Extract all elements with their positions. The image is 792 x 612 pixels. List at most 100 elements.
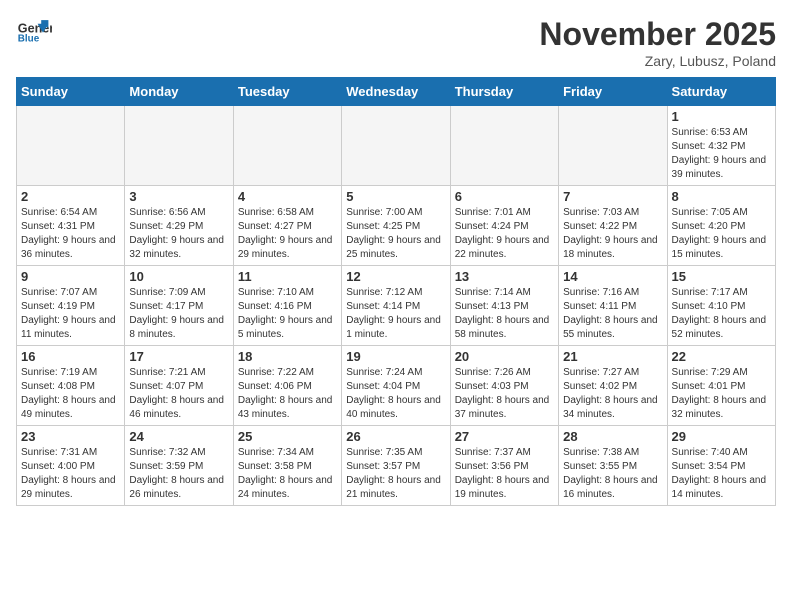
- day-number: 28: [563, 429, 662, 444]
- day-info: Sunrise: 7:16 AM Sunset: 4:11 PM Dayligh…: [563, 286, 662, 342]
- day-number: 16: [21, 349, 120, 364]
- day-number: 6: [455, 189, 554, 204]
- calendar-cell: 26 Sunrise: 7:35 AM Sunset: 3:57 PM Dayli…: [342, 426, 450, 506]
- calendar-cell: [342, 106, 450, 186]
- day-info: Sunrise: 7:27 AM Sunset: 4:02 PM Dayligh…: [563, 366, 662, 422]
- calendar-cell: 1 Sunrise: 6:53 AM Sunset: 4:32 PM Daylig…: [667, 106, 775, 186]
- calendar-cell: 8 Sunrise: 7:05 AM Sunset: 4:20 PM Daylig…: [667, 186, 775, 266]
- calendar-cell: 20 Sunrise: 7:26 AM Sunset: 4:03 PM Dayli…: [450, 346, 558, 426]
- day-info: Sunrise: 7:37 AM Sunset: 3:56 PM Dayligh…: [455, 446, 554, 502]
- day-info: Sunrise: 6:53 AM Sunset: 4:32 PM Dayligh…: [672, 126, 771, 182]
- day-info: Sunrise: 7:32 AM Sunset: 3:59 PM Dayligh…: [129, 446, 228, 502]
- day-number: 21: [563, 349, 662, 364]
- calendar-cell: [17, 106, 125, 186]
- calendar-cell: 23 Sunrise: 7:31 AM Sunset: 4:00 PM Dayli…: [17, 426, 125, 506]
- day-number: 12: [346, 269, 445, 284]
- day-info: Sunrise: 7:00 AM Sunset: 4:25 PM Dayligh…: [346, 206, 445, 262]
- day-info: Sunrise: 7:26 AM Sunset: 4:03 PM Dayligh…: [455, 366, 554, 422]
- calendar-cell: 2Sunrise: 6:54 AM Sunset: 4:31 PM Daylig…: [17, 186, 125, 266]
- day-number: 5: [346, 189, 445, 204]
- day-number: 2: [21, 189, 120, 204]
- calendar-cell: 10 Sunrise: 7:09 AM Sunset: 4:17 PM Dayli…: [125, 266, 233, 346]
- day-info: Sunrise: 7:29 AM Sunset: 4:01 PM Dayligh…: [672, 366, 771, 422]
- day-info: Sunrise: 7:40 AM Sunset: 3:54 PM Dayligh…: [672, 446, 771, 502]
- header-monday: Monday: [125, 78, 233, 106]
- header-friday: Friday: [559, 78, 667, 106]
- day-number: 13: [455, 269, 554, 284]
- calendar-cell: 14 Sunrise: 7:16 AM Sunset: 4:11 PM Dayli…: [559, 266, 667, 346]
- day-number: 10: [129, 269, 228, 284]
- day-number: 4: [238, 189, 337, 204]
- calendar-table: Sunday Monday Tuesday Wednesday Thursday…: [16, 77, 776, 506]
- page-header: General Blue November 2025 Zary, Lubusz,…: [16, 16, 776, 69]
- day-info: Sunrise: 7:12 AM Sunset: 4:14 PM Dayligh…: [346, 286, 445, 342]
- calendar-cell: 19 Sunrise: 7:24 AM Sunset: 4:04 PM Dayli…: [342, 346, 450, 426]
- calendar-cell: [233, 106, 341, 186]
- calendar-cell: 22 Sunrise: 7:29 AM Sunset: 4:01 PM Dayli…: [667, 346, 775, 426]
- day-number: 8: [672, 189, 771, 204]
- calendar-cell: 16 Sunrise: 7:19 AM Sunset: 4:08 PM Dayli…: [17, 346, 125, 426]
- day-number: 1: [672, 109, 771, 124]
- calendar-row-4: 16 Sunrise: 7:19 AM Sunset: 4:08 PM Dayli…: [17, 346, 776, 426]
- day-info: Sunrise: 7:31 AM Sunset: 4:00 PM Dayligh…: [21, 446, 120, 502]
- day-number: 22: [672, 349, 771, 364]
- day-number: 7: [563, 189, 662, 204]
- day-number: 24: [129, 429, 228, 444]
- header-sunday: Sunday: [17, 78, 125, 106]
- day-info: Sunrise: 7:03 AM Sunset: 4:22 PM Dayligh…: [563, 206, 662, 262]
- day-info: Sunrise: 7:22 AM Sunset: 4:06 PM Dayligh…: [238, 366, 337, 422]
- day-number: 29: [672, 429, 771, 444]
- calendar-cell: 9Sunrise: 7:07 AM Sunset: 4:19 PM Daylig…: [17, 266, 125, 346]
- calendar-cell: 3Sunrise: 6:56 AM Sunset: 4:29 PM Daylig…: [125, 186, 233, 266]
- calendar-cell: 13 Sunrise: 7:14 AM Sunset: 4:13 PM Dayli…: [450, 266, 558, 346]
- day-number: 17: [129, 349, 228, 364]
- day-number: 26: [346, 429, 445, 444]
- calendar-cell: 25 Sunrise: 7:34 AM Sunset: 3:58 PM Dayli…: [233, 426, 341, 506]
- calendar-cell: 5 Sunrise: 7:00 AM Sunset: 4:25 PM Daylig…: [342, 186, 450, 266]
- day-number: 19: [346, 349, 445, 364]
- day-number: 15: [672, 269, 771, 284]
- logo: General Blue: [16, 16, 52, 44]
- day-info: Sunrise: 7:34 AM Sunset: 3:58 PM Dayligh…: [238, 446, 337, 502]
- calendar-cell: 28 Sunrise: 7:38 AM Sunset: 3:55 PM Dayli…: [559, 426, 667, 506]
- day-info: Sunrise: 7:35 AM Sunset: 3:57 PM Dayligh…: [346, 446, 445, 502]
- day-info: Sunrise: 6:58 AM Sunset: 4:27 PM Dayligh…: [238, 206, 337, 262]
- day-info: Sunrise: 7:09 AM Sunset: 4:17 PM Dayligh…: [129, 286, 228, 342]
- day-info: Sunrise: 7:01 AM Sunset: 4:24 PM Dayligh…: [455, 206, 554, 262]
- day-number: 11: [238, 269, 337, 284]
- day-info: Sunrise: 7:07 AM Sunset: 4:19 PM Dayligh…: [21, 286, 120, 342]
- day-info: Sunrise: 7:17 AM Sunset: 4:10 PM Dayligh…: [672, 286, 771, 342]
- calendar-cell: 11Sunrise: 7:10 AM Sunset: 4:16 PM Dayli…: [233, 266, 341, 346]
- header-wednesday: Wednesday: [342, 78, 450, 106]
- day-info: Sunrise: 7:38 AM Sunset: 3:55 PM Dayligh…: [563, 446, 662, 502]
- month-title: November 2025: [539, 16, 776, 53]
- calendar-cell: 15 Sunrise: 7:17 AM Sunset: 4:10 PM Dayli…: [667, 266, 775, 346]
- calendar-row-1: 1 Sunrise: 6:53 AM Sunset: 4:32 PM Daylig…: [17, 106, 776, 186]
- day-info: Sunrise: 7:19 AM Sunset: 4:08 PM Dayligh…: [21, 366, 120, 422]
- day-info: Sunrise: 7:24 AM Sunset: 4:04 PM Dayligh…: [346, 366, 445, 422]
- calendar-cell: 4 Sunrise: 6:58 AM Sunset: 4:27 PM Daylig…: [233, 186, 341, 266]
- calendar-cell: 18Sunrise: 7:22 AM Sunset: 4:06 PM Dayli…: [233, 346, 341, 426]
- calendar-cell: 17 Sunrise: 7:21 AM Sunset: 4:07 PM Dayli…: [125, 346, 233, 426]
- weekday-header-row: Sunday Monday Tuesday Wednesday Thursday…: [17, 78, 776, 106]
- header-tuesday: Tuesday: [233, 78, 341, 106]
- calendar-row-2: 2Sunrise: 6:54 AM Sunset: 4:31 PM Daylig…: [17, 186, 776, 266]
- day-number: 25: [238, 429, 337, 444]
- day-number: 27: [455, 429, 554, 444]
- calendar-cell: 24 Sunrise: 7:32 AM Sunset: 3:59 PM Dayli…: [125, 426, 233, 506]
- day-info: Sunrise: 7:14 AM Sunset: 4:13 PM Dayligh…: [455, 286, 554, 342]
- calendar-cell: 7 Sunrise: 7:03 AM Sunset: 4:22 PM Daylig…: [559, 186, 667, 266]
- day-info: Sunrise: 7:21 AM Sunset: 4:07 PM Dayligh…: [129, 366, 228, 422]
- calendar-cell: [559, 106, 667, 186]
- day-number: 20: [455, 349, 554, 364]
- day-number: 14: [563, 269, 662, 284]
- calendar-cell: [450, 106, 558, 186]
- calendar-cell: 12 Sunrise: 7:12 AM Sunset: 4:14 PM Dayli…: [342, 266, 450, 346]
- header-thursday: Thursday: [450, 78, 558, 106]
- day-number: 23: [21, 429, 120, 444]
- calendar-row-3: 9Sunrise: 7:07 AM Sunset: 4:19 PM Daylig…: [17, 266, 776, 346]
- day-info: Sunrise: 7:05 AM Sunset: 4:20 PM Dayligh…: [672, 206, 771, 262]
- header-saturday: Saturday: [667, 78, 775, 106]
- calendar-cell: 6 Sunrise: 7:01 AM Sunset: 4:24 PM Daylig…: [450, 186, 558, 266]
- day-info: Sunrise: 6:56 AM Sunset: 4:29 PM Dayligh…: [129, 206, 228, 262]
